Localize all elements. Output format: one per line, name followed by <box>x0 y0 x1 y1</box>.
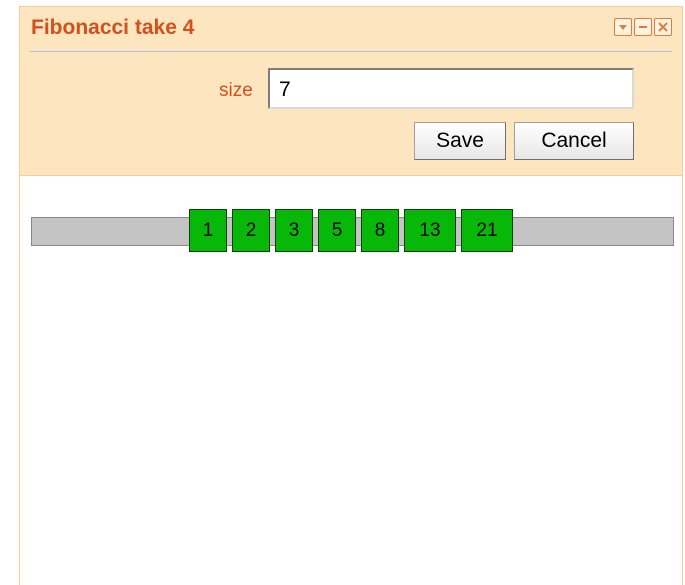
sequence-cell: 8 <box>361 209 399 252</box>
sequence-cell: 21 <box>461 209 513 252</box>
size-label: size <box>219 80 253 101</box>
sequence-cell: 2 <box>232 209 270 252</box>
fibonacci-sequence: 1 2 3 5 8 13 21 <box>189 209 513 252</box>
close-icon[interactable] <box>654 18 672 36</box>
sequence-cell: 5 <box>318 209 356 252</box>
window-controls <box>614 18 672 36</box>
minimize-icon[interactable] <box>634 18 652 36</box>
dropdown-icon[interactable] <box>614 18 632 36</box>
portlet-header: Fibonacci take 4 size Save Cancel <box>20 7 682 176</box>
portlet-title: Fibonacci take 4 <box>31 16 195 39</box>
cancel-button[interactable]: Cancel <box>514 122 634 160</box>
sequence-cell: 13 <box>404 209 456 252</box>
sequence-cell: 1 <box>189 209 227 252</box>
title-divider <box>30 51 672 52</box>
sequence-cell: 3 <box>275 209 313 252</box>
save-button[interactable]: Save <box>414 122 506 160</box>
size-input[interactable] <box>268 68 634 109</box>
fibonacci-portlet: Fibonacci take 4 size Save Cancel 1 2 3 … <box>19 6 683 585</box>
